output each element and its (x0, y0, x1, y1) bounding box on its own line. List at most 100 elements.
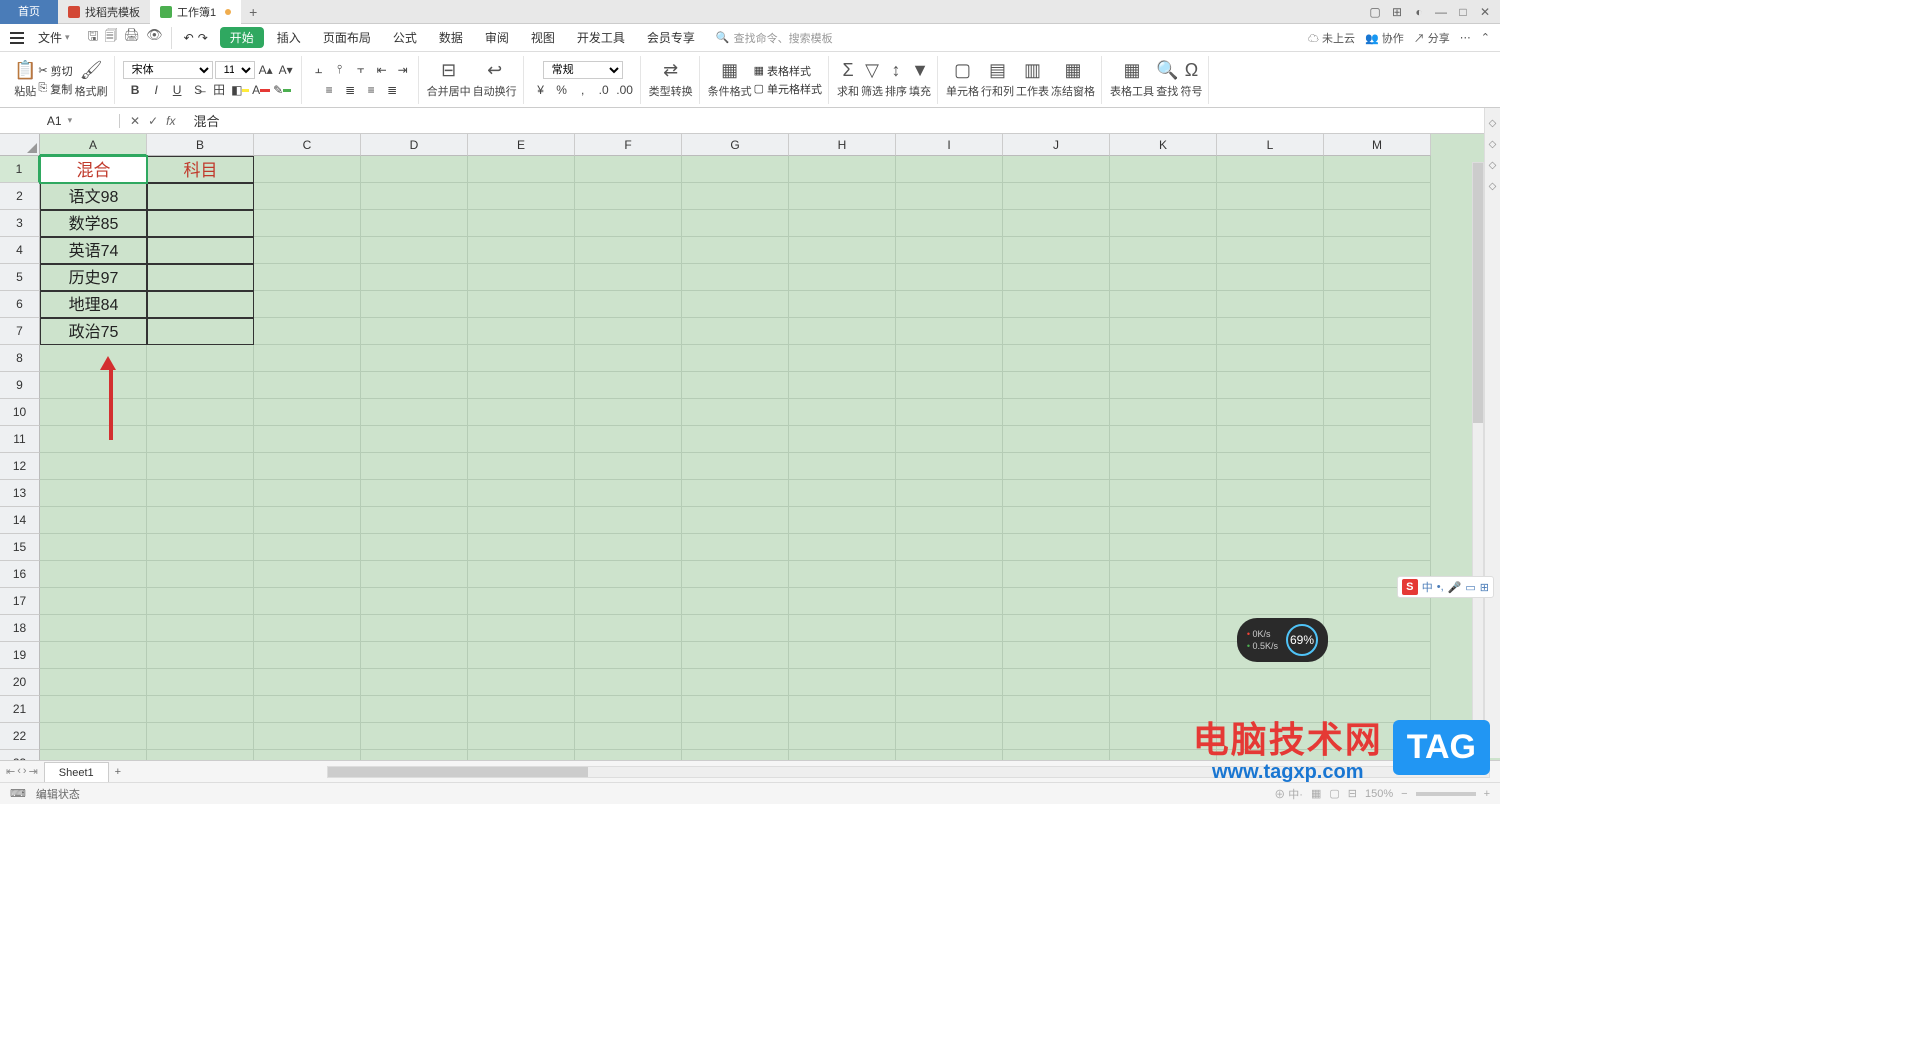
cell-F16[interactable] (575, 561, 682, 588)
dec-dec-icon[interactable]: .00 (616, 81, 634, 99)
font-size-select[interactable]: 11 (215, 61, 255, 79)
col-head-L[interactable]: L (1217, 134, 1324, 156)
sheet-prev-icon[interactable]: ‹ (17, 765, 21, 778)
cell-K6[interactable] (1110, 291, 1217, 318)
cut-button[interactable]: ✂剪切 (38, 63, 72, 79)
cell-C6[interactable] (254, 291, 361, 318)
cloud-status[interactable]: ☁ 未上云 (1308, 30, 1355, 46)
cell-E11[interactable] (468, 426, 575, 453)
cell-M10[interactable] (1324, 399, 1431, 426)
cell-D18[interactable] (361, 615, 468, 642)
cell-G3[interactable] (682, 210, 789, 237)
cell-L3[interactable] (1217, 210, 1324, 237)
cell-H13[interactable] (789, 480, 896, 507)
cell-M21[interactable] (1324, 696, 1431, 723)
cell-H22[interactable] (789, 723, 896, 750)
cell-C11[interactable] (254, 426, 361, 453)
cell-D5[interactable] (361, 264, 468, 291)
font-color-button[interactable]: A (252, 81, 270, 99)
cell-L4[interactable] (1217, 237, 1324, 264)
cell-H11[interactable] (789, 426, 896, 453)
row-head-13[interactable]: 13 (0, 480, 40, 507)
cell-F17[interactable] (575, 588, 682, 615)
cell-E19[interactable] (468, 642, 575, 669)
cell-K15[interactable] (1110, 534, 1217, 561)
cell-H8[interactable] (789, 345, 896, 372)
cell-A4[interactable]: 英语74 (40, 237, 147, 264)
font-name-select[interactable]: 宋体 (123, 61, 213, 79)
cell-K8[interactable] (1110, 345, 1217, 372)
cell-C3[interactable] (254, 210, 361, 237)
cell-G13[interactable] (682, 480, 789, 507)
menu-tab-data[interactable]: 数据 (430, 24, 472, 52)
tab-home[interactable]: 首页 (0, 0, 58, 24)
table-tool-button[interactable]: ▦表格工具 (1110, 60, 1154, 99)
cell-J18[interactable] (1003, 615, 1110, 642)
col-head-M[interactable]: M (1324, 134, 1431, 156)
cell-K17[interactable] (1110, 588, 1217, 615)
cell-L22[interactable] (1217, 723, 1324, 750)
cell-F20[interactable] (575, 669, 682, 696)
cell-K21[interactable] (1110, 696, 1217, 723)
cell-M14[interactable] (1324, 507, 1431, 534)
cell-A6[interactable]: 地理84 (40, 291, 147, 318)
cell-I19[interactable] (896, 642, 1003, 669)
cell-G7[interactable] (682, 318, 789, 345)
cell-J3[interactable] (1003, 210, 1110, 237)
row-head-1[interactable]: 1 (0, 156, 40, 183)
ime-toolbar[interactable]: S 中 •, 🎤 ▭ ⊞ (1397, 576, 1494, 598)
grid-icon[interactable]: ⊞ (1388, 3, 1406, 21)
sheet-next-icon[interactable]: › (23, 765, 27, 778)
cell-F1[interactable] (575, 156, 682, 183)
cell-M6[interactable] (1324, 291, 1431, 318)
row-head-8[interactable]: 8 (0, 345, 40, 372)
cell-C22[interactable] (254, 723, 361, 750)
menu-search[interactable]: 🔍 查找命令、搜索模板 (716, 30, 833, 46)
cell-M20[interactable] (1324, 669, 1431, 696)
minimize-button[interactable]: — (1432, 3, 1450, 21)
cell-K22[interactable] (1110, 723, 1217, 750)
row-head-14[interactable]: 14 (0, 507, 40, 534)
menu-tab-view[interactable]: 视图 (522, 24, 564, 52)
cell-D22[interactable] (361, 723, 468, 750)
cell-D2[interactable] (361, 183, 468, 210)
cell-K14[interactable] (1110, 507, 1217, 534)
cell-G9[interactable] (682, 372, 789, 399)
cell-F8[interactable] (575, 345, 682, 372)
cell-J20[interactable] (1003, 669, 1110, 696)
comma-icon[interactable]: , (574, 81, 592, 99)
row-head-16[interactable]: 16 (0, 561, 40, 588)
cell-B13[interactable] (147, 480, 254, 507)
font-shrink-icon[interactable]: A▾ (277, 61, 295, 79)
cell-B16[interactable] (147, 561, 254, 588)
col-head-A[interactable]: A (40, 134, 147, 156)
cell-B8[interactable] (147, 345, 254, 372)
cell-F14[interactable] (575, 507, 682, 534)
cell-J15[interactable] (1003, 534, 1110, 561)
cell-E23[interactable] (468, 750, 575, 760)
cell-I23[interactable] (896, 750, 1003, 760)
cell-L10[interactable] (1217, 399, 1324, 426)
cell-M22[interactable] (1324, 723, 1431, 750)
cell-I8[interactable] (896, 345, 1003, 372)
cell-A3[interactable]: 数学85 (40, 210, 147, 237)
sheet-add-button[interactable]: + (109, 766, 127, 778)
cell-A21[interactable] (40, 696, 147, 723)
align-center-icon[interactable]: ≣ (341, 81, 359, 99)
cell-B23[interactable] (147, 750, 254, 760)
cell-B10[interactable] (147, 399, 254, 426)
cell-H19[interactable] (789, 642, 896, 669)
align-right-icon[interactable]: ≡ (362, 81, 380, 99)
cell-K2[interactable] (1110, 183, 1217, 210)
cell-C7[interactable] (254, 318, 361, 345)
cell-G8[interactable] (682, 345, 789, 372)
cell-E13[interactable] (468, 480, 575, 507)
cell-J16[interactable] (1003, 561, 1110, 588)
cell-C10[interactable] (254, 399, 361, 426)
cell-G17[interactable] (682, 588, 789, 615)
cell-I3[interactable] (896, 210, 1003, 237)
user-icon[interactable]: ◐ (1410, 3, 1428, 21)
cell-L9[interactable] (1217, 372, 1324, 399)
cell-D13[interactable] (361, 480, 468, 507)
cell-K4[interactable] (1110, 237, 1217, 264)
